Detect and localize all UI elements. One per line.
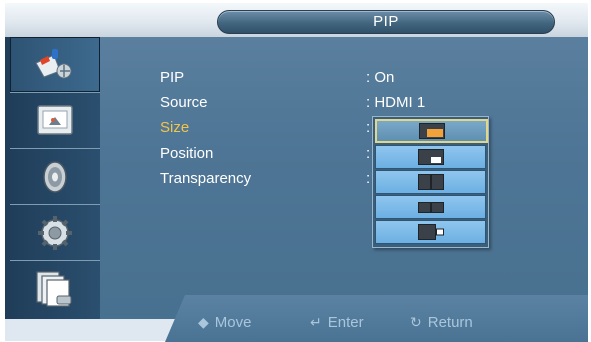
sidebar-item-picture[interactable] <box>10 93 100 149</box>
sidebar-item-multi-control[interactable] <box>10 261 100 316</box>
size-dropdown <box>372 116 489 248</box>
enter-icon: ↵ <box>310 314 322 330</box>
size-option-large-inset[interactable] <box>375 119 488 143</box>
menu-label: Size <box>160 119 190 136</box>
size-large-inset-icon <box>418 123 445 139</box>
return-hint: ↻ Return <box>410 314 473 331</box>
size-side-inset-icon <box>417 224 444 240</box>
move-arrows-icon: ◆ <box>198 314 209 330</box>
size-split-wide-icon <box>417 202 444 213</box>
picture-icon <box>37 104 73 135</box>
size-option-split[interactable] <box>375 170 486 194</box>
move-hint-label: Move <box>214 314 252 331</box>
size-small-inset-icon <box>417 149 444 165</box>
size-option-small-inset[interactable] <box>375 145 486 169</box>
menu-value: : On <box>366 69 395 86</box>
size-split-icon <box>417 174 444 190</box>
menu-label: Position <box>160 145 214 162</box>
input-icon <box>35 48 72 78</box>
setup-icon <box>38 215 72 250</box>
move-hint: ◆ Move <box>198 314 251 331</box>
menu-value: : <box>366 145 371 162</box>
osd-menu: PIP PIP: On Source: HDMI 1 Size: Posi… <box>0 0 591 342</box>
sidebar-item-setup[interactable] <box>10 205 100 261</box>
menu-label: PIP <box>160 69 185 86</box>
menu-label: Source <box>160 94 208 111</box>
sound-icon <box>43 160 67 193</box>
page-title: PIP <box>217 10 555 34</box>
enter-hint: ↵ Enter <box>310 314 364 331</box>
menu-label: Transparency <box>160 170 252 187</box>
header-bar: PIP <box>5 3 588 38</box>
size-option-split-wide[interactable] <box>375 195 486 219</box>
return-hint-label: Return <box>427 314 473 331</box>
sidebar-item-input[interactable] <box>10 37 100 93</box>
category-sidebar <box>5 37 100 319</box>
menu-value: : <box>366 119 371 136</box>
return-icon: ↻ <box>410 314 422 330</box>
menu-value: : <box>366 170 371 187</box>
size-option-side-inset[interactable] <box>375 220 486 244</box>
sidebar-item-sound[interactable] <box>10 149 100 205</box>
multi-control-icon <box>36 270 72 307</box>
menu-value: : HDMI 1 <box>366 94 426 111</box>
enter-hint-label: Enter <box>327 314 364 331</box>
